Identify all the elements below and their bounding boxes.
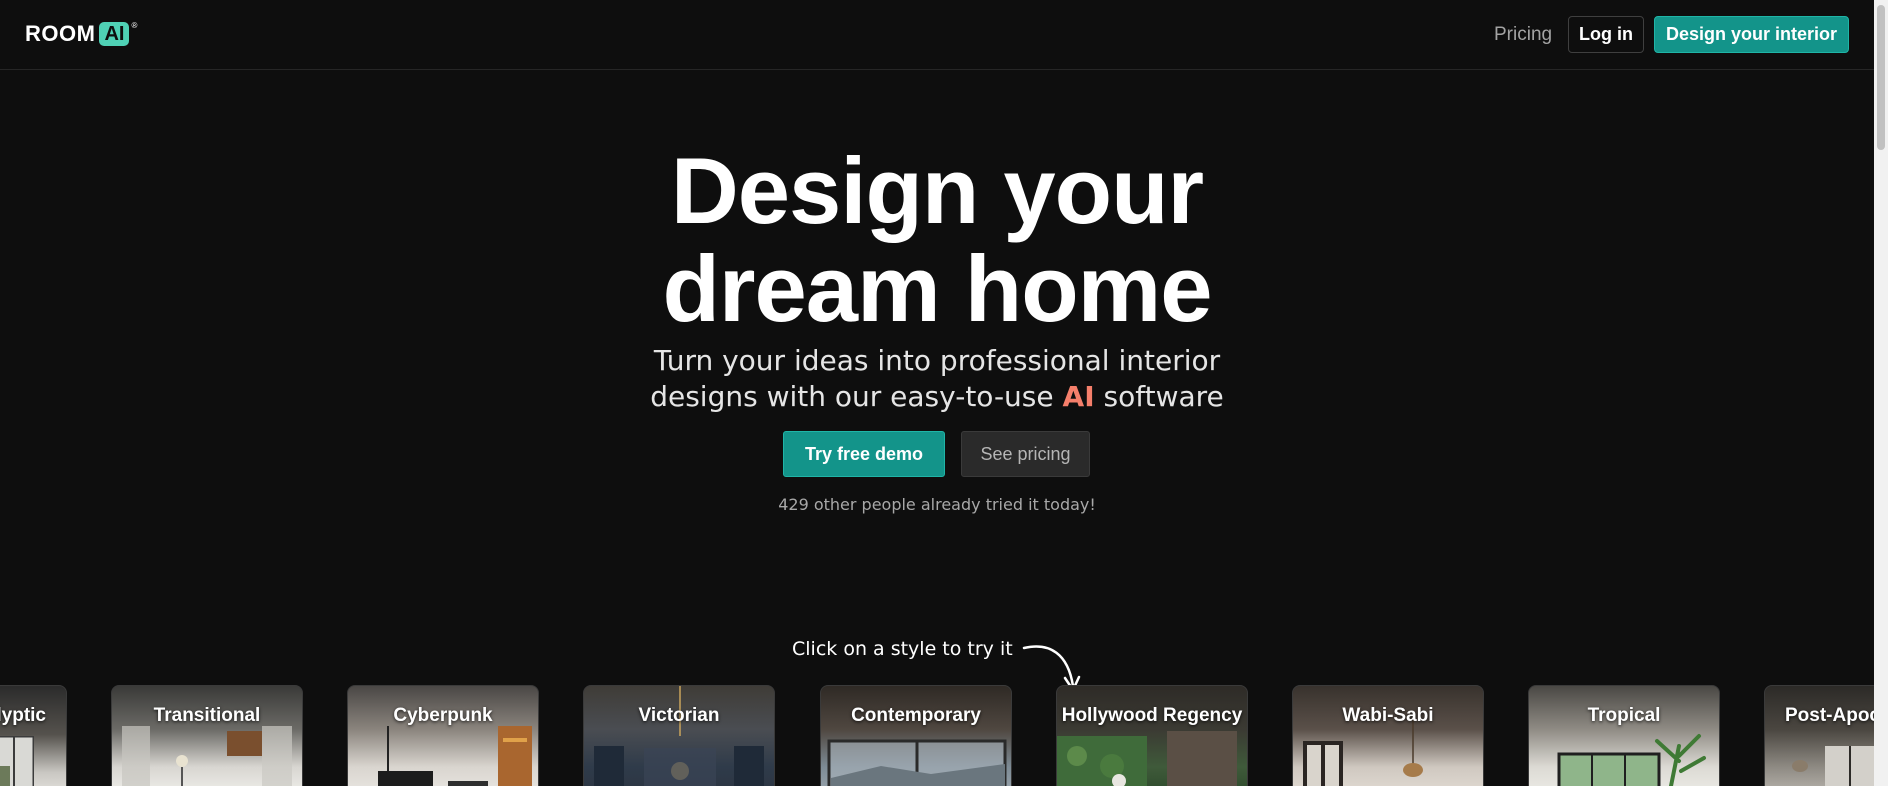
style-card-contemporary[interactable]: Contemporary (820, 685, 1012, 786)
style-card-cyberpunk[interactable]: Cyberpunk (347, 685, 539, 786)
room-image (1303, 716, 1423, 786)
hero-subtitle-ai-highlight: AI (1062, 380, 1095, 413)
room-image (122, 726, 292, 786)
login-button[interactable]: Log in (1568, 16, 1644, 53)
style-card-wabi-sabi[interactable]: Wabi-Sabi (1292, 685, 1484, 786)
try-free-demo-button[interactable]: Try free demo (783, 431, 945, 477)
style-card-eucalyptic[interactable]: lyptic (0, 685, 67, 786)
room-ai-logo[interactable]: ROOM AI ® (25, 22, 137, 46)
hero-title: Design your dream home (0, 142, 1874, 338)
style-card-label: Wabi-Sabi (1342, 705, 1434, 726)
style-card-label: Victorian (638, 705, 720, 726)
style-card-tropical[interactable]: Tropical (1528, 685, 1720, 786)
style-card-label: Tropical (1587, 705, 1661, 726)
style-card-post-apocalyptic[interactable]: Post-Apoc (1764, 685, 1888, 786)
hero-title-line1: Design your (670, 138, 1204, 243)
style-carousel: lyptic Transitional Cyberpunk Victorian … (0, 685, 1888, 786)
hero-subtitle: Turn your ideas into professional interi… (0, 343, 1874, 415)
logo-wordmark: ROOM (25, 21, 96, 46)
room-image (594, 686, 764, 786)
see-pricing-button[interactable]: See pricing (961, 431, 1090, 477)
style-card-label: Contemporary (851, 705, 981, 726)
scrollbar-thumb[interactable] (1877, 5, 1885, 150)
logo-ai-badge: AI (99, 22, 130, 46)
style-card-label: Transitional (153, 705, 261, 726)
style-card-hollywood-regency[interactable]: Hollywood Regency (1056, 685, 1248, 786)
room-image (1557, 734, 1706, 786)
hero-title-line2: dream home (662, 236, 1213, 341)
room-image (378, 726, 532, 786)
room-image (1057, 731, 1237, 786)
style-card-transitional[interactable]: Transitional (111, 685, 303, 786)
style-card-victorian[interactable]: Victorian (583, 685, 775, 786)
hero-subtitle-line2-post: software (1094, 380, 1224, 413)
design-your-interior-button[interactable]: Design your interior (1654, 16, 1849, 53)
style-card-label: Cyberpunk (393, 705, 493, 726)
room-image (1792, 746, 1875, 786)
room-image (827, 739, 1007, 786)
logo-registered-mark: ® (131, 21, 138, 30)
style-hint-text: Click on a style to try it (792, 638, 1013, 660)
hero-subtitle-line2-pre: designs with our easy-to-use (650, 380, 1063, 413)
page: ROOM AI ® Pricing Log in Design your int… (0, 0, 1888, 786)
social-proof-text: 429 other people already tried it today! (778, 495, 1096, 514)
page-scrollbar[interactable] (1874, 0, 1888, 786)
nav-pricing-link[interactable]: Pricing (1494, 24, 1552, 46)
style-card-label: Post-Apoc (1785, 705, 1880, 726)
window-image (0, 736, 34, 786)
style-card-label: lyptic (0, 705, 46, 726)
top-nav: ROOM AI ® Pricing Log in Design your int… (0, 0, 1874, 70)
hero-subtitle-line1: Turn your ideas into professional interi… (653, 344, 1221, 377)
style-card-label: Hollywood Regency (1061, 705, 1243, 726)
